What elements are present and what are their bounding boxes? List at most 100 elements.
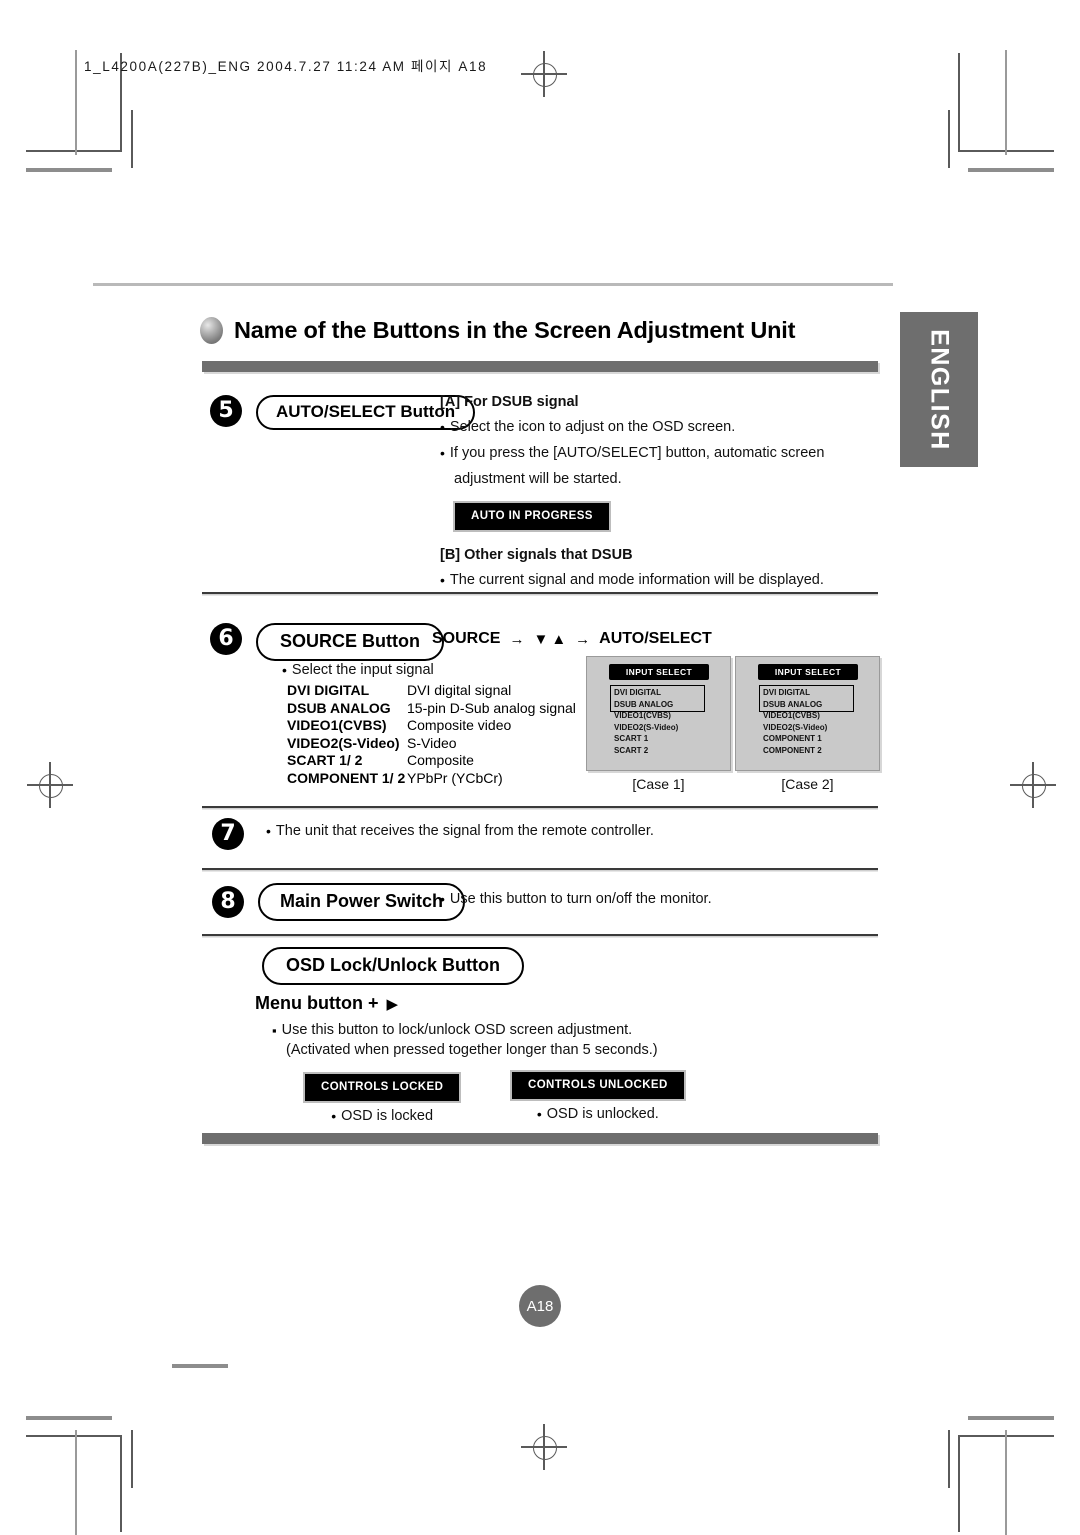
list-item: VIDEO2(S-Video)	[763, 722, 828, 732]
source-flow-step1: SOURCE	[432, 630, 501, 647]
list-item: DSUB ANALOG	[763, 699, 823, 709]
arrow-right-triangle-icon: ▶	[386, 995, 399, 1013]
menu-button-label: Menu button +	[255, 993, 379, 1013]
table-row: COMPONENT 1/ 2 YPbPr (YCbCr)	[287, 770, 576, 788]
bullet-dot-icon	[440, 445, 445, 463]
controls-unlocked-chip: CONTROLS UNLOCKED	[510, 1070, 686, 1101]
section-5-bullet-1: Select the icon to adjust on the OSD scr…	[440, 419, 860, 437]
controls-locked-caption: OSD is locked	[303, 1108, 461, 1126]
section-5-bullet-2-cont: adjustment will be started.	[454, 471, 622, 487]
section-5-bullet-b1: The current signal and mode information …	[440, 572, 860, 590]
list-item: VIDEO2(S-Video)	[614, 722, 679, 732]
main-power-switch-pill: Main Power Switch	[258, 883, 466, 921]
signal-desc: 15-pin D-Sub analog signal	[407, 699, 576, 716]
controls-unlocked-group: CONTROLS UNLOCKED OSD is unlocked.	[510, 1070, 686, 1124]
language-tab: ENGLISH	[900, 312, 978, 467]
section-number-5: 5	[210, 395, 242, 427]
divider-after-section-7	[202, 868, 878, 870]
section-osd-lock: OSD Lock/Unlock Button	[262, 947, 525, 985]
section-8-bullet: Use this button to turn on/off the monit…	[440, 891, 712, 909]
section-5-bullet-2: If you press the [AUTO/SELECT] button, a…	[440, 445, 860, 463]
list-item: DVI DIGITAL	[763, 688, 810, 697]
divider-after-section-6	[202, 806, 878, 808]
osd-lock-bullet-1: Use this button to lock/unlock OSD scree…	[272, 1022, 633, 1040]
section-number-7: 7	[212, 818, 244, 850]
section-8: 8 Main Power Switch	[212, 883, 466, 921]
osd-screen-case-1: INPUT SELECT DVI DIGITAL DSUB ANALOG VID…	[586, 656, 731, 771]
list-item: DSUB ANALOG	[614, 699, 674, 709]
osd-lock-bullet-1-text: Use this button to lock/unlock OSD scree…	[281, 1022, 633, 1038]
osd-case-1-caption: [Case 1]	[632, 776, 685, 792]
bullet-dot-icon	[282, 662, 287, 680]
source-button-pill: SOURCE Button	[256, 623, 444, 661]
signal-desc: DVI digital signal	[407, 682, 512, 698]
controls-locked-group: CONTROLS LOCKED OSD is locked	[303, 1072, 462, 1126]
arrow-right-icon-2: →	[575, 630, 591, 648]
menu-button-line: Menu button + ▶	[255, 993, 398, 1014]
page-title: Name of the Buttons in the Screen Adjust…	[200, 317, 795, 344]
bullet-dot-icon	[440, 572, 445, 590]
osd-case-2: INPUT SELECT DVI DIGITAL DSUB ANALOG VID…	[735, 656, 880, 792]
list-item: VIDEO1(CVBS)	[614, 711, 671, 720]
osd-header-case-1: INPUT SELECT	[609, 664, 709, 680]
arrow-down-icon: ▼	[533, 630, 549, 648]
source-flow: SOURCE → ▼ ▲ → AUTO/SELECT	[432, 630, 712, 648]
bullet-dot-icon	[440, 419, 445, 437]
controls-locked-caption-text: OSD is locked	[341, 1108, 434, 1124]
osd-input-list-case-1: DVI DIGITAL DSUB ANALOG VIDEO1(CVBS) VID…	[614, 687, 678, 756]
signal-name: VIDEO1(CVBS)	[287, 717, 387, 733]
bullet-dot-icon	[440, 891, 445, 909]
signal-name: COMPONENT 1/ 2	[287, 769, 406, 786]
list-item: VIDEO1(CVBS)	[763, 711, 820, 720]
section-7-bullet: The unit that receives the signal from t…	[266, 823, 654, 841]
section-5-bullet-2-text: If you press the [AUTO/SELECT] button, a…	[449, 445, 825, 461]
section-7: 7	[212, 818, 244, 850]
signal-name: DSUB ANALOG	[287, 699, 391, 716]
arrow-right-icon: →	[509, 630, 525, 648]
section-number-8: 8	[212, 886, 244, 918]
list-item: COMPONENT 2	[763, 745, 822, 755]
title-underbar	[202, 361, 878, 372]
table-row: VIDEO2(S-Video) S-Video	[287, 735, 576, 753]
signal-desc: Composite	[407, 752, 474, 768]
sphere-bullet-icon	[200, 317, 223, 344]
table-row: SCART 1/ 2 Composite	[287, 752, 576, 770]
signal-name: VIDEO2(S-Video)	[287, 734, 400, 751]
list-item: COMPONENT 1	[763, 734, 822, 743]
divider-after-section-8	[202, 934, 878, 936]
signal-desc: S-Video	[407, 734, 457, 751]
section-5-bullet-1-text: Select the icon to adjust on the OSD scr…	[449, 419, 736, 435]
osd-screen-case-2: INPUT SELECT DVI DIGITAL DSUB ANALOG VID…	[735, 656, 880, 771]
signal-name: SCART 1/ 2	[287, 752, 363, 768]
section-7-bullet-text: The unit that receives the signal from t…	[275, 823, 654, 839]
section-number-6: 6	[210, 623, 242, 655]
section-5-heading-b: [B] Other signals that DSUB	[440, 547, 633, 563]
section-6: 6 SOURCE Button	[210, 623, 444, 661]
header-rule	[93, 283, 893, 286]
bullet-dot-icon	[537, 1106, 542, 1124]
table-row: DVI DIGITAL DVI digital signal	[287, 682, 576, 700]
section-6-intro: Select the input signal	[282, 662, 434, 680]
language-tab-label: ENGLISH	[925, 328, 954, 451]
divider-after-section-5	[202, 592, 878, 594]
page-number-badge: A18	[519, 1285, 561, 1327]
list-item: SCART 2	[614, 745, 649, 755]
arrow-up-icon: ▲	[551, 630, 567, 648]
list-item: DVI DIGITAL	[614, 688, 661, 697]
page-title-text: Name of the Buttons in the Screen Adjust…	[234, 317, 796, 343]
osd-case-2-caption: [Case 2]	[781, 776, 834, 792]
controls-locked-chip: CONTROLS LOCKED	[303, 1072, 462, 1103]
section-5-heading-a: [A] For DSUB signal	[440, 394, 579, 410]
controls-unlocked-caption-text: OSD is unlocked.	[546, 1106, 659, 1122]
bullet-dot-icon	[266, 823, 271, 841]
osd-lock-unlock-pill: OSD Lock/Unlock Button	[262, 947, 525, 985]
signal-desc: Composite video	[407, 717, 512, 733]
bullet-dot-icon	[331, 1108, 336, 1126]
controls-unlocked-caption: OSD is unlocked.	[510, 1106, 686, 1124]
table-row: VIDEO1(CVBS) Composite video	[287, 717, 576, 735]
osd-header-case-2: INPUT SELECT	[758, 664, 858, 680]
list-item: SCART 1	[614, 734, 649, 743]
source-flow-step3: AUTO/SELECT	[599, 630, 712, 647]
section-8-bullet-text: Use this button to turn on/off the monit…	[449, 891, 712, 907]
section-6-intro-text: Select the input signal	[291, 662, 434, 678]
